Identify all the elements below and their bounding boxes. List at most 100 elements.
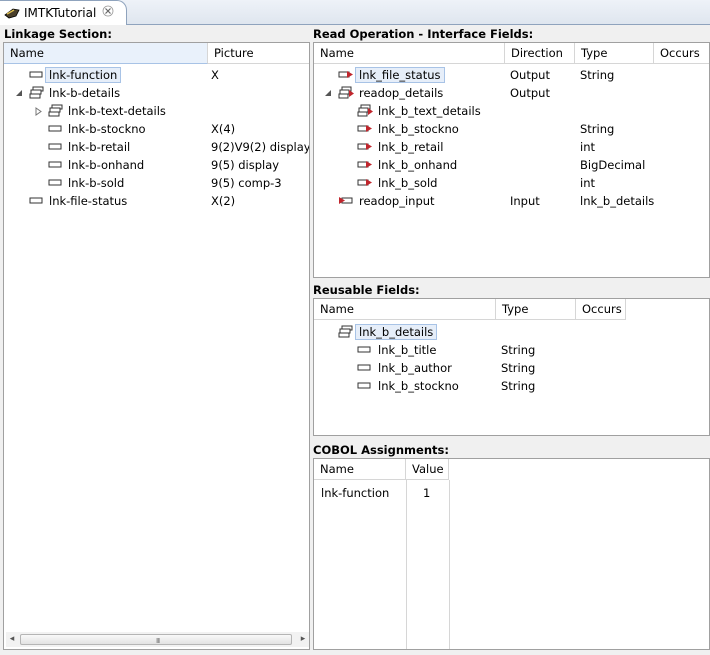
output-field-icon — [357, 125, 372, 132]
tree-row[interactable]: readop_input Input lnk_b_details — [314, 192, 709, 210]
row-name: lnk-function — [45, 67, 122, 83]
interface-fields-tree-table[interactable]: Name Direction Type Occurs lnk_file_stat… — [313, 42, 710, 278]
field-icon — [48, 161, 62, 168]
row-name: lnk-b-retail — [68, 140, 131, 154]
tree-row[interactable]: lnk-b-retail 9(2)V9(2) display — [4, 138, 309, 156]
read-operation-title: Read Operation - Interface Fields: — [313, 27, 534, 41]
row-picture: X(2) — [211, 194, 236, 208]
column-divider — [406, 480, 407, 649]
tree-row[interactable]: lnk-function X — [4, 66, 309, 84]
linkage-section-title: Linkage Section: — [4, 27, 112, 41]
row-name: lnk-b-text-details — [68, 104, 166, 118]
column-header-name[interactable]: Name — [314, 299, 496, 320]
linkage-tree-table[interactable]: Name Picture lnk-function X lnk-b-detail… — [3, 42, 310, 650]
tree-row[interactable]: lnk-b-sold 9(5) comp-3 — [4, 174, 309, 192]
field-icon — [357, 382, 371, 389]
tree-row[interactable]: lnk-b-stockno X(4) — [4, 120, 309, 138]
row-picture: X(4) — [211, 122, 236, 136]
row-type: String — [501, 361, 536, 375]
row-picture: 9(5) display — [211, 158, 280, 172]
row-name: lnk_b_author — [378, 361, 452, 375]
tree-row[interactable]: lnk_b_title String — [314, 341, 709, 359]
column-header-occurs[interactable]: Occurs — [654, 43, 709, 64]
tree-row[interactable]: lnk_b_text_details — [314, 102, 709, 120]
tree-row[interactable]: lnk-b-onhand 9(5) display — [4, 156, 309, 174]
row-name: lnk_file_status — [355, 67, 445, 83]
row-type: String — [580, 68, 615, 82]
tree-row[interactable]: lnk-b-details — [4, 84, 309, 102]
output-field-icon — [357, 179, 372, 186]
collapse-arrow-icon[interactable] — [15, 89, 23, 97]
row-name: lnk-b-sold — [68, 176, 125, 190]
tab-imtktutorial[interactable]: IMTKTutorial — [0, 0, 127, 25]
row-name: lnk_b_stockno — [378, 379, 459, 393]
column-header-picture[interactable]: Picture — [208, 43, 309, 64]
reusable-fields-tree-table[interactable]: Name Type Occurs lnk_b_details lnk_b_tit… — [313, 298, 710, 436]
program-icon — [4, 8, 20, 19]
scroll-left-icon[interactable]: ◂ — [6, 632, 18, 647]
row-value: 1 — [423, 486, 431, 500]
column-header-name[interactable]: Name — [314, 43, 505, 64]
reusable-fields-title: Reusable Fields: — [313, 283, 420, 297]
row-type: int — [580, 140, 595, 154]
row-name: lnk_b_onhand — [378, 158, 458, 172]
tree-row[interactable]: lnk-b-text-details — [4, 102, 309, 120]
tree-row[interactable]: lnk_b_retail int — [314, 138, 709, 156]
row-name: lnk-file-status — [49, 194, 128, 208]
column-header-occurs[interactable]: Occurs — [576, 299, 626, 320]
row-type: String — [580, 122, 615, 136]
column-header-value[interactable]: Value — [406, 459, 449, 480]
table-row[interactable]: lnk-function 1 — [314, 484, 709, 502]
group-icon — [338, 325, 353, 338]
tree-row[interactable]: lnk_b_author String — [314, 359, 709, 377]
field-icon — [357, 364, 371, 371]
grip-icon: III — [156, 637, 160, 645]
close-icon[interactable] — [102, 5, 114, 17]
tree-row[interactable]: lnk-file-status X(2) — [4, 192, 309, 210]
tree-row[interactable]: lnk_b_onhand BigDecimal — [314, 156, 709, 174]
row-type: int — [580, 176, 595, 190]
row-name: readop_details — [359, 86, 444, 100]
tree-row[interactable]: lnk_b_sold int — [314, 174, 709, 192]
group-icon — [29, 86, 44, 99]
group-icon — [48, 104, 63, 117]
row-name: readop_input — [359, 194, 435, 208]
column-header-direction[interactable]: Direction — [505, 43, 575, 64]
column-divider — [449, 480, 450, 649]
row-direction: Output — [510, 86, 550, 100]
collapse-arrow-icon[interactable] — [324, 89, 332, 97]
tree-row[interactable]: lnk_b_details — [314, 323, 709, 341]
row-name: lnk-b-details — [49, 86, 121, 100]
row-name: lnk-function — [321, 486, 390, 500]
row-name: lnk-b-stockno — [68, 122, 146, 136]
output-group-icon — [338, 86, 354, 99]
tree-row[interactable]: lnk_b_stockno String — [314, 120, 709, 138]
scroll-right-icon[interactable]: ▸ — [297, 632, 309, 647]
expand-arrow-icon[interactable] — [35, 107, 43, 116]
row-type: String — [501, 379, 536, 393]
row-name: lnk_b_retail — [378, 140, 444, 154]
field-icon — [29, 197, 43, 204]
row-direction: Input — [510, 194, 540, 208]
tree-row[interactable]: readop_details Output — [314, 84, 709, 102]
row-type: String — [501, 343, 536, 357]
row-name: lnk-b-onhand — [68, 158, 145, 172]
horizontal-scrollbar[interactable]: ◂ III ▸ — [6, 632, 309, 647]
tree-row[interactable]: lnk_b_stockno String — [314, 377, 709, 395]
cobol-assignments-title: COBOL Assignments: — [313, 443, 449, 457]
row-type: lnk_b_details — [580, 194, 655, 208]
column-header-name[interactable]: Name — [4, 43, 208, 64]
row-picture: X — [211, 68, 219, 82]
row-name: lnk_b_title — [378, 343, 437, 357]
column-header-type[interactable]: Type — [575, 43, 654, 64]
scrollbar-thumb[interactable]: III — [20, 634, 292, 645]
output-field-icon — [338, 71, 353, 78]
column-header-name[interactable]: Name — [314, 459, 406, 480]
editor-tab-bar: IMTKTutorial — [0, 0, 710, 25]
field-icon — [48, 179, 62, 186]
column-header-type[interactable]: Type — [496, 299, 576, 320]
field-icon — [357, 346, 371, 353]
tree-row[interactable]: lnk_file_status Output String — [314, 66, 709, 84]
row-name: lnk_b_sold — [378, 176, 438, 190]
cobol-assignments-table[interactable]: Name Value lnk-function 1 — [313, 458, 710, 650]
